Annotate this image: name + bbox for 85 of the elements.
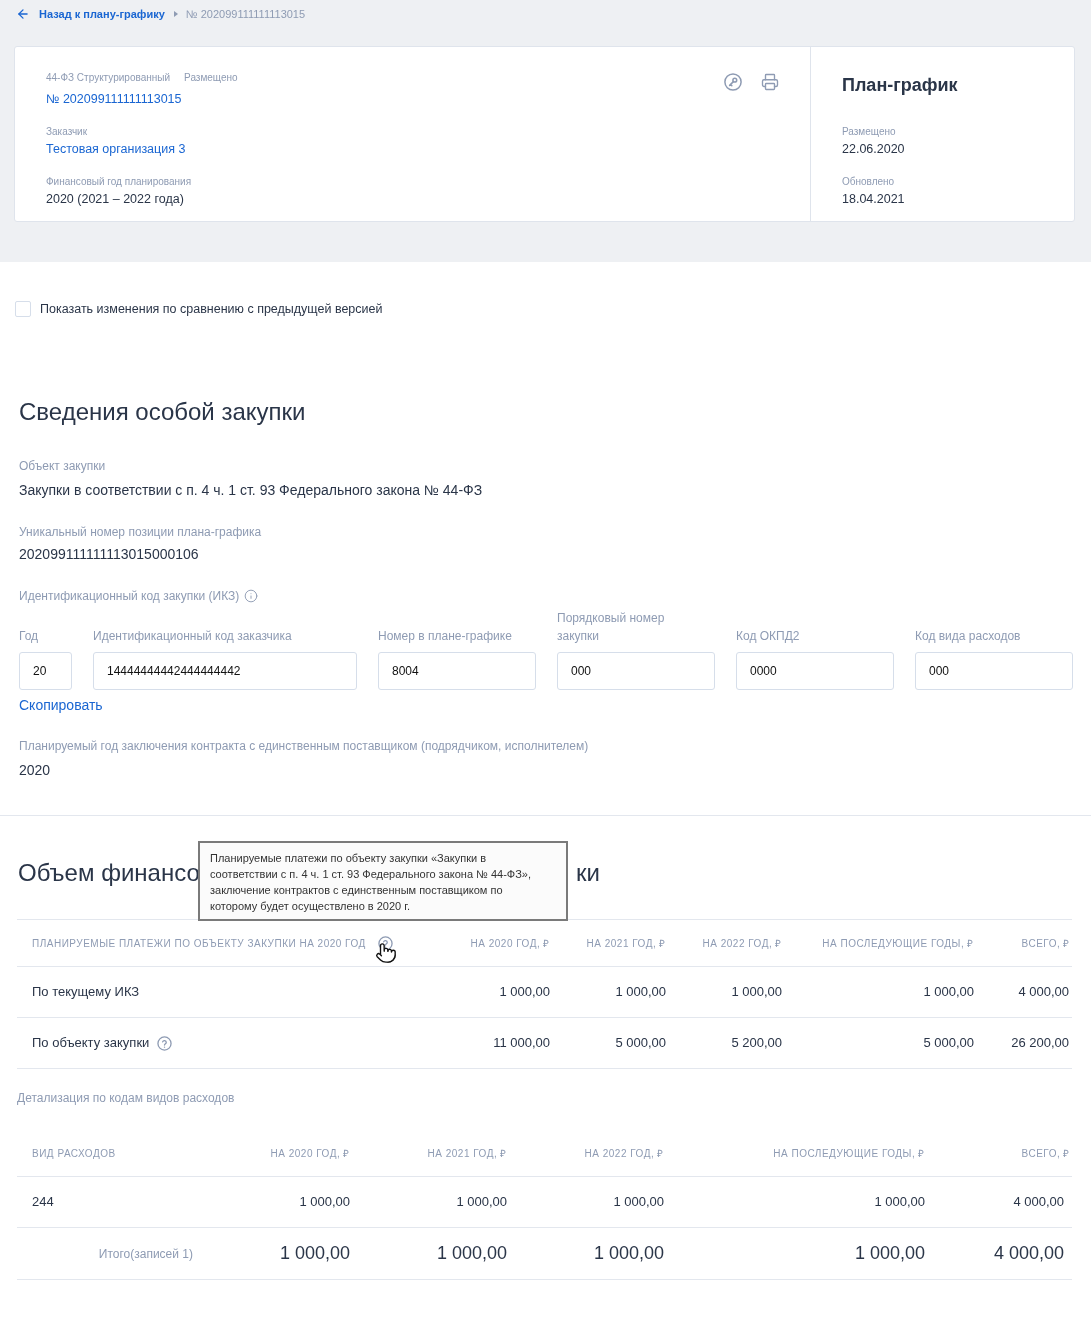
field-value: 18.04.2021 <box>842 191 905 208</box>
checkbox-label: Показать изменения по сравнению с предыдущей версией <box>40 301 383 317</box>
field-value: Закупки в соответствии с п. 4 ч. 1 ст. 93 Федерального закона № 44-ФЗ <box>19 481 483 500</box>
total-cell-text: 1 000,00 <box>436 1242 507 1265</box>
card-title: План-график <box>842 74 958 97</box>
input-field[interactable]: 0000 <box>736 652 894 690</box>
input-field[interactable]: 000 <box>557 652 715 690</box>
compare-checkbox[interactable] <box>15 301 31 317</box>
help-icon[interactable] <box>377 935 393 951</box>
field-value: 2020 (2021 – 2022 года) <box>46 191 184 208</box>
table-cell-text: 5 000,00 <box>923 1034 974 1053</box>
table-cell-text: 1 000,00 <box>299 1193 350 1212</box>
column-header: ВИД РАСХОДОВ <box>32 1146 116 1161</box>
table-cell-text: 5 200,00 <box>731 1034 782 1053</box>
field-label: Финансовый год планирования <box>46 175 192 189</box>
field-label: Планируемый год заключения контракта с единственным поставщиком (подрядчиком, исполнителем) <box>19 738 589 754</box>
field-label: Номер в плане-графике <box>378 628 512 645</box>
field-label: Уникальный номер позиции плана-графика <box>19 524 262 540</box>
column-header: НА 2020 ГОД, ₽ <box>470 936 550 951</box>
column-header: НА 2020 ГОД, ₽ <box>270 1146 350 1161</box>
table-cell-text: 1 000,00 <box>923 983 974 1002</box>
field-label: Обновлено <box>842 175 895 189</box>
field-label: Порядковый номер закупки <box>557 610 666 645</box>
table-cell-text: По текущему ИКЗ <box>32 983 140 1002</box>
column-header: НА 2021 ГОД, ₽ <box>427 1146 507 1161</box>
caret-icon <box>173 11 178 17</box>
total-cell-text: 1 000,00 <box>593 1242 664 1265</box>
column-header: НА 2022 ГОД, ₽ <box>702 936 782 951</box>
table-cell-text: 244 <box>32 1193 54 1212</box>
print-button[interactable] <box>761 73 779 91</box>
total-label: Итого(записей 1) <box>98 1245 193 1263</box>
tooltip: Планируемые платежи по объекту закупки «Закупки в соответствии с п. 4 ч. 1 ст. 93 Федерального закона № 44-ФЗ», заключение контрактов с единственным поставщиком по которому будет осуществлено в 2020 г. <box>198 841 568 921</box>
field-label: Заказчик <box>46 125 88 139</box>
table-cell-text: 26 200,00 <box>1011 1034 1069 1053</box>
column-header: ВСЕГО, ₽ <box>1021 936 1070 951</box>
table-caption: Детализация по кодам видов расходов <box>17 1090 235 1106</box>
back-link[interactable]: Назад к плану-графику <box>16 5 165 23</box>
tag-text: Размещено <box>184 71 238 85</box>
key-icon <box>724 73 742 91</box>
field-label: Код ОКПД2 <box>736 628 800 645</box>
field-label: Год <box>19 628 39 645</box>
total-cell-text: 1 000,00 <box>279 1242 350 1265</box>
total-cell-text: 1 000,00 <box>854 1242 925 1265</box>
customer-link[interactable]: Тестовая организация 3 <box>46 140 186 158</box>
plan-number-link[interactable]: № 202099111111113015 <box>46 90 182 108</box>
tag-text: 44-ФЗ Структурированный <box>46 71 171 85</box>
column-header: НА ПОСЛЕДУЮЩИЕ ГОДЫ, ₽ <box>822 936 974 951</box>
table-cell-text: 1 000,00 <box>615 983 666 1002</box>
table-cell-text: 4 000,00 <box>1018 983 1069 1002</box>
field-label: Идентификационный код закупки (ИКЗ) <box>19 588 240 604</box>
table-cell-text: 1 000,00 <box>613 1193 664 1212</box>
column-header: ПЛАНИРУЕМЫЕ ПЛАТЕЖИ ПО ОБЪЕКТУ ЗАКУПКИ НА 2020 ГОД <box>32 936 366 951</box>
column-header: НА 2021 ГОД, ₽ <box>586 936 666 951</box>
input-field[interactable]: 000 <box>915 652 1073 690</box>
info-icon[interactable] <box>244 589 259 603</box>
field-label: Идентификационный код заказчика <box>93 628 292 645</box>
table-cell-text: 1 000,00 <box>499 983 550 1002</box>
table-cell-text: 11 000,00 <box>493 1034 550 1053</box>
input-field[interactable]: 14444444442444444442 <box>93 652 357 690</box>
table-cell-text: По объекту закупки <box>32 1034 150 1053</box>
field-value: 22.06.2020 <box>842 141 905 158</box>
field-label: Объект закупки <box>19 458 106 474</box>
table-cell-text: 5 000,00 <box>615 1034 666 1053</box>
table-cell-text: 4 000,00 <box>1013 1193 1064 1212</box>
table-cell-text: 1 000,00 <box>456 1193 507 1212</box>
field-value: 2020 <box>19 761 51 780</box>
key-button[interactable] <box>724 73 742 91</box>
field-label: Код вида расходов <box>915 628 1021 645</box>
column-header: ВСЕГО, ₽ <box>1021 1146 1070 1161</box>
column-header: НА ПОСЛЕДУЮЩИЕ ГОДЫ, ₽ <box>773 1146 925 1161</box>
table-cell-text: 1 000,00 <box>731 983 782 1002</box>
column-header: НА 2022 ГОД, ₽ <box>584 1146 664 1161</box>
section-heading: ки <box>576 858 600 888</box>
table-cell-text: 1 000,00 <box>874 1193 925 1212</box>
input-field[interactable]: 8004 <box>378 652 536 690</box>
printer-icon <box>761 73 779 91</box>
copy-link[interactable]: Скопировать <box>19 695 103 715</box>
total-cell-text: 4 000,00 <box>993 1242 1064 1265</box>
input-field[interactable]: 20 <box>19 652 72 690</box>
breadcrumb-current: № 202099111111113015 <box>185 6 306 22</box>
section-heading: Объем финансо <box>18 858 200 888</box>
section-heading: Сведения особой закупки <box>19 397 306 427</box>
hand-cursor-icon <box>374 941 397 964</box>
field-value: 202099111111113015000106 <box>19 545 199 564</box>
field-label: Размещено <box>842 125 896 139</box>
